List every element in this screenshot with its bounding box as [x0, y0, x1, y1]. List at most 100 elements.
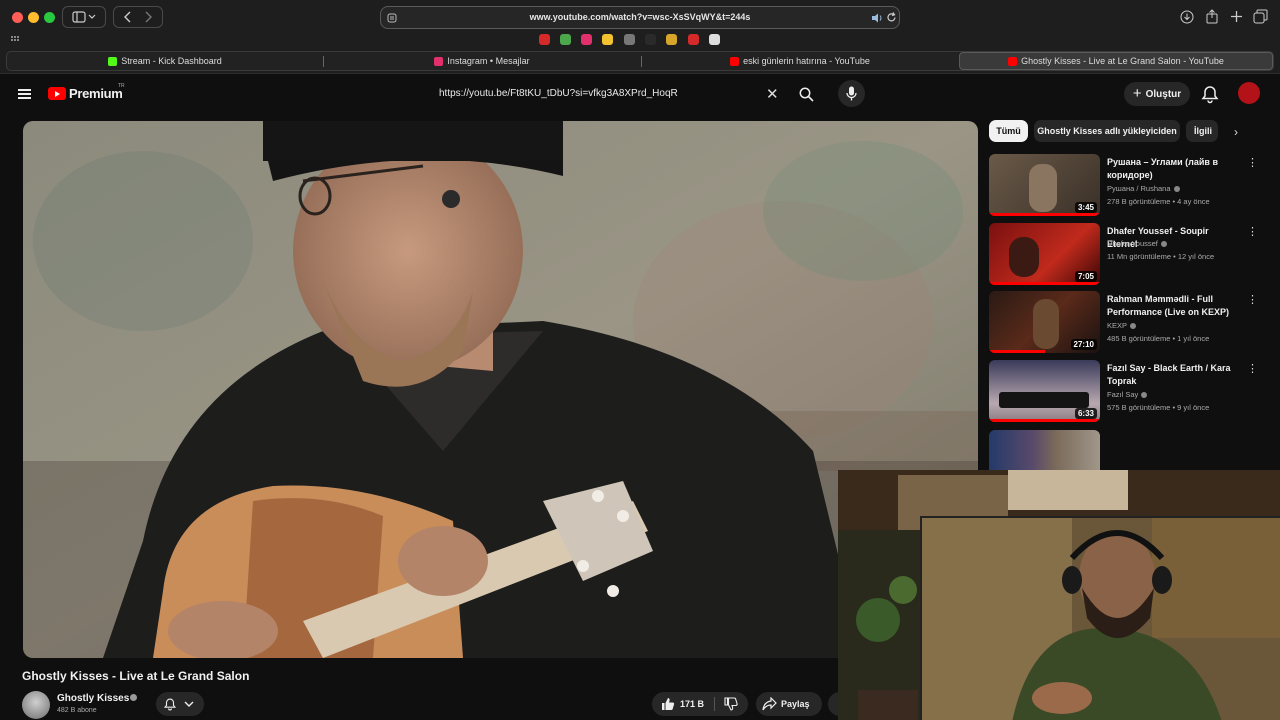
download-icon[interactable]: [1180, 10, 1194, 24]
chevron-right-icon[interactable]: ›: [1234, 125, 1238, 139]
favorite-site-icon[interactable]: [645, 34, 656, 45]
logo-text[interactable]: Premium: [69, 86, 123, 101]
video-player[interactable]: [23, 121, 978, 658]
reload-icon[interactable]: [886, 12, 897, 23]
notifications-icon[interactable]: [1200, 84, 1220, 104]
sidebar-icon: [72, 11, 96, 23]
video-thumbnail[interactable]: 7:05: [989, 223, 1100, 285]
favorite-site-icon[interactable]: [539, 34, 550, 45]
tab-favicon-icon: [730, 56, 740, 66]
tab-grid-icon[interactable]: [11, 36, 19, 42]
favorite-site-icon[interactable]: [709, 34, 720, 45]
watch-progress: [989, 282, 1100, 285]
sidebar-toggle-button[interactable]: [62, 6, 106, 28]
browser-tab[interactable]: Stream - Kick Dashboard: [7, 52, 323, 70]
speaker-icon[interactable]: [871, 13, 883, 23]
share-icon: [762, 697, 777, 711]
clear-search-icon[interactable]: ✕: [766, 85, 779, 103]
channel-name[interactable]: Dhafer Youssef: [1107, 239, 1167, 248]
video-meta: 278 B görüntüleme • 4 ay önce: [1107, 197, 1210, 206]
video-meta: 485 B görüntüleme • 1 yıl önce: [1107, 334, 1210, 343]
close-window-button[interactable]: [12, 12, 23, 23]
recommendation-item[interactable]: 3:45 Рушана – Углами (лайв в коридоре) Р…: [989, 154, 1259, 216]
video-title[interactable]: Rahman Məmmədli - Full Performance (Live…: [1107, 293, 1232, 319]
maximize-window-button[interactable]: [44, 12, 55, 23]
video-title[interactable]: Fazıl Say - Black Earth / Kara Toprak: [1107, 362, 1232, 388]
recommendation-item-partial[interactable]: [989, 430, 1259, 470]
recommendation-item[interactable]: 27:10 Rahman Məmmədli - Full Performance…: [989, 291, 1259, 353]
watch-progress: [989, 419, 1100, 422]
video-thumbnail[interactable]: [989, 430, 1100, 470]
tab-separator: [641, 56, 642, 67]
video-duration: 6:33: [1074, 408, 1097, 419]
chip-from-uploader[interactable]: Ghostly Kisses adlı yükleyiciden: [1034, 120, 1180, 142]
video-thumbnail[interactable]: 6:33: [989, 360, 1100, 422]
subscription-notifications-button[interactable]: [156, 692, 204, 716]
youtube-logo-icon[interactable]: [48, 87, 66, 100]
recommendation-item[interactable]: 7:05 Dhafer Youssef - Soupir Eternel Dha…: [989, 223, 1259, 285]
more-vert-icon[interactable]: ⋮: [1247, 293, 1258, 306]
browser-tab[interactable]: Instagram • Mesajlar: [323, 52, 641, 70]
minimize-window-button[interactable]: [28, 12, 39, 23]
like-count[interactable]: 171 B: [680, 699, 704, 709]
verified-icon: [1141, 392, 1148, 399]
channel-avatar[interactable]: [22, 691, 50, 719]
forward-icon[interactable]: [138, 11, 158, 23]
new-tab-icon[interactable]: [1230, 10, 1243, 23]
dislike-icon[interactable]: [724, 697, 738, 711]
tab-separator: [323, 56, 324, 67]
favorite-site-icon[interactable]: [560, 34, 571, 45]
tab-label: Stream - Kick Dashboard: [121, 56, 222, 66]
watch-progress: [989, 213, 1100, 216]
verified-icon: [1160, 241, 1167, 248]
video-duration: 27:10: [1070, 339, 1097, 350]
favorite-site-icon[interactable]: [624, 34, 635, 45]
plus-icon: +: [1132, 84, 1142, 102]
search-field[interactable]: https://youtu.be/Ft8tKU_tDbU?si=vfkg3A8X…: [430, 81, 790, 107]
channel-name[interactable]: KEXP: [1107, 321, 1137, 330]
more-vert-icon[interactable]: ⋮: [1247, 362, 1258, 375]
browser-tab[interactable]: eski günlerin hatırına - YouTube: [641, 52, 959, 70]
like-icon[interactable]: [661, 697, 675, 711]
verified-icon: [1173, 186, 1180, 193]
account-avatar[interactable]: [1238, 82, 1260, 104]
recommendation-item[interactable]: 6:33 Fazıl Say - Black Earth / Kara Topr…: [989, 360, 1259, 422]
address-bar[interactable]: www.youtube.com/watch?v=wsc-XsSVqWY&t=24…: [380, 6, 900, 29]
channel-name[interactable]: Рушана / Rushana: [1107, 184, 1180, 193]
channel-label: Dhafer Youssef: [1107, 239, 1158, 248]
video-meta: 575 B görüntüleme • 9 yıl önce: [1107, 403, 1210, 412]
channel-name[interactable]: Ghostly Kisses: [57, 693, 129, 704]
channel-name[interactable]: Fazıl Say: [1107, 390, 1148, 399]
video-duration: 3:45: [1074, 202, 1097, 213]
favorite-site-icon[interactable]: [581, 34, 592, 45]
browser-tab[interactable]: Ghostly Kisses - Live at Le Grand Salon …: [959, 52, 1273, 70]
search-input[interactable]: https://youtu.be/Ft8tKU_tDbU?si=vfkg3A8X…: [439, 88, 678, 99]
voice-search-button[interactable]: [838, 80, 865, 107]
back-icon[interactable]: [118, 11, 138, 23]
video-meta: 11 Mn görüntüleme • 12 yıl önce: [1107, 252, 1215, 261]
tab-favicon-icon: [434, 56, 444, 66]
more-vert-icon[interactable]: ⋮: [1247, 156, 1258, 169]
favorite-site-icon[interactable]: [688, 34, 699, 45]
chip-all[interactable]: Tümü: [989, 120, 1028, 142]
browser-toolbar: www.youtube.com/watch?v=wsc-XsSVqWY&t=24…: [0, 0, 1280, 74]
tab-label: eski günlerin hatırına - YouTube: [743, 56, 870, 66]
more-vert-icon[interactable]: ⋮: [1247, 225, 1258, 238]
favorite-site-icon[interactable]: [602, 34, 613, 45]
address-url: www.youtube.com/watch?v=wsc-XsSVqWY&t=24…: [529, 12, 751, 22]
search-icon: [799, 87, 814, 102]
favorite-site-icon[interactable]: [666, 34, 677, 45]
search-button[interactable]: [792, 82, 820, 106]
subscriber-count: 482 B abone: [57, 707, 97, 714]
webcam-scene: [922, 518, 1280, 720]
video-thumbnail[interactable]: 3:45: [989, 154, 1100, 216]
share-button[interactable]: Paylaş: [756, 692, 822, 716]
chip-related[interactable]: İlgili: [1186, 120, 1218, 142]
video-frame: [23, 121, 978, 658]
tab-overview-icon[interactable]: [1253, 9, 1268, 24]
logo-region: TR: [118, 83, 125, 89]
video-title[interactable]: Рушана – Углами (лайв в коридоре): [1107, 156, 1232, 182]
share-page-icon[interactable]: [1205, 9, 1219, 24]
create-button[interactable]: + Oluştur: [1124, 82, 1190, 106]
video-thumbnail[interactable]: 27:10: [989, 291, 1100, 353]
